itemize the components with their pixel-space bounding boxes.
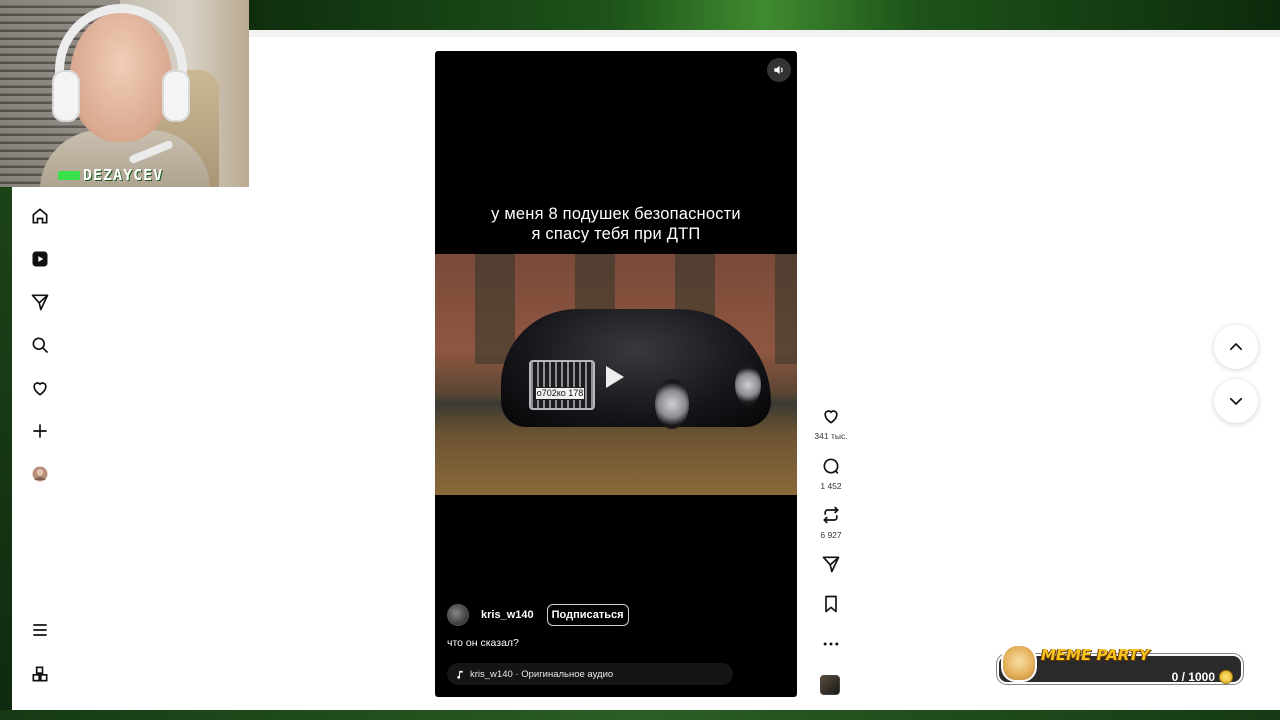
more-options-button[interactable] xyxy=(818,631,844,657)
repost-action: 6 927 xyxy=(812,502,850,540)
streamer-tag: DEZAYCEV xyxy=(58,166,163,184)
save-action xyxy=(812,591,850,617)
music-note-icon xyxy=(457,670,463,679)
car-license-plate: о702ко 178 xyxy=(535,387,585,400)
chevron-down-icon xyxy=(1229,397,1243,405)
more-dots-icon xyxy=(823,642,839,646)
headset-cup-right xyxy=(162,70,190,122)
comment-icon xyxy=(823,458,839,474)
backdrop-bottom-strip xyxy=(0,710,1280,720)
audio-track[interactable]: kris_w140 · Оригинальное аудио xyxy=(447,663,733,685)
next-reel-button[interactable] xyxy=(1214,379,1258,423)
backdrop-left-strip xyxy=(0,187,12,720)
webcam-overlay: DEZAYCEV xyxy=(0,0,249,187)
previous-reel-button[interactable] xyxy=(1214,325,1258,369)
mute-button[interactable] xyxy=(767,58,791,82)
meme-party-widget: 0 / 1000 MEME PARTY xyxy=(993,644,1245,686)
like-count: 341 тыс. xyxy=(814,431,848,441)
author-row: kris_w140 Подписаться xyxy=(447,604,629,626)
sidebar-item-messages[interactable] xyxy=(28,290,52,314)
author-avatar[interactable] xyxy=(447,604,469,626)
more-action xyxy=(812,631,850,657)
meme-party-progress: 0 / 1000 xyxy=(1171,670,1215,684)
repost-icon xyxy=(823,506,839,524)
doge-icon xyxy=(1001,644,1037,682)
search-icon xyxy=(32,337,49,354)
author-name[interactable]: kris_w140 xyxy=(481,609,534,621)
sidebar-item-notifications[interactable] xyxy=(28,376,52,400)
headset-cup-left xyxy=(52,70,80,122)
repost-count: 6 927 xyxy=(820,530,842,540)
play-icon[interactable] xyxy=(606,366,624,388)
share-button[interactable] xyxy=(818,551,844,577)
heart-icon xyxy=(33,382,47,396)
sidebar-item-search[interactable] xyxy=(28,333,52,357)
heart-icon xyxy=(824,410,838,424)
menu-icon xyxy=(33,624,47,636)
send-icon xyxy=(31,294,49,311)
send-icon xyxy=(822,556,840,573)
streamer-name: DEZAYCEV xyxy=(83,166,164,184)
audio-thumbnail[interactable] xyxy=(820,675,840,695)
streamer-tag-mark xyxy=(58,170,80,180)
reel-video[interactable]: у меня 8 подушек безопасности я спасу те… xyxy=(435,51,797,697)
car-wheel xyxy=(735,364,761,406)
home-icon xyxy=(32,208,48,224)
backdrop-top-band xyxy=(249,0,1280,30)
video-caption-line1: у меня 8 подушек безопасности xyxy=(491,205,741,223)
speaker-icon xyxy=(774,65,783,75)
plus-icon xyxy=(33,424,47,438)
reels-icon xyxy=(32,251,48,267)
browser-top-edge xyxy=(249,30,1280,37)
meme-party-title: MEME PARTY xyxy=(1041,646,1150,664)
sidebar-item-profile[interactable] xyxy=(28,462,52,486)
video-description: что он сказал? xyxy=(447,637,519,649)
comment-action: 1 452 xyxy=(812,453,850,491)
repost-button[interactable] xyxy=(818,502,844,528)
comment-count: 1 452 xyxy=(820,481,842,491)
sidebar-item-more[interactable] xyxy=(28,618,52,642)
car-wheel xyxy=(655,379,689,429)
share-action xyxy=(812,551,850,577)
car-grille xyxy=(529,360,595,410)
apps-icon xyxy=(32,666,48,682)
video-caption-line2: я спасу тебя при ДТП xyxy=(531,225,701,243)
sidebar-item-home[interactable] xyxy=(28,204,52,228)
chevron-up-icon xyxy=(1229,343,1243,351)
sidebar-item-apps[interactable] xyxy=(28,662,52,686)
comment-button[interactable] xyxy=(818,453,844,479)
coin-icon xyxy=(1219,670,1233,684)
subscribe-button[interactable]: Подписаться xyxy=(546,604,629,626)
audio-track-label: kris_w140 · Оригинальное аудио xyxy=(470,668,614,680)
video-frame-car: о702ко 178 xyxy=(435,254,797,495)
sidebar-item-reels[interactable] xyxy=(28,247,52,271)
profile-avatar xyxy=(32,466,48,482)
bookmark-icon xyxy=(825,595,837,613)
sidebar-item-create[interactable] xyxy=(28,419,52,443)
like-button[interactable] xyxy=(818,403,844,429)
save-button[interactable] xyxy=(818,591,844,617)
like-action: 341 тыс. xyxy=(812,403,850,441)
